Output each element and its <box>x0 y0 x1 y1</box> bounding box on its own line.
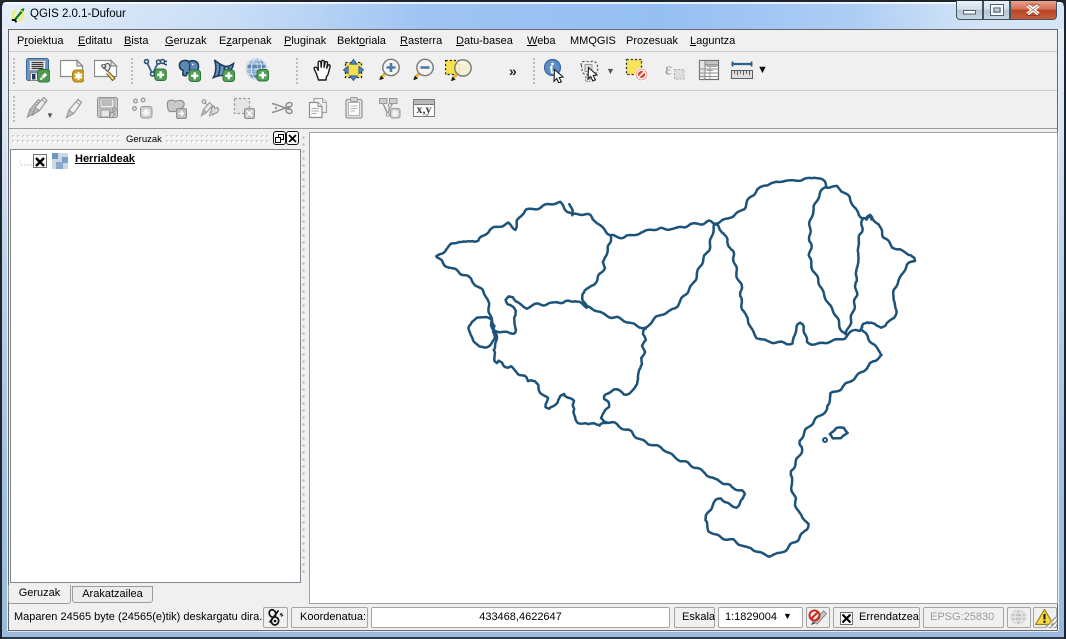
svg-text:x,y: x,y <box>417 102 432 116</box>
svg-text:ε: ε <box>665 60 672 79</box>
